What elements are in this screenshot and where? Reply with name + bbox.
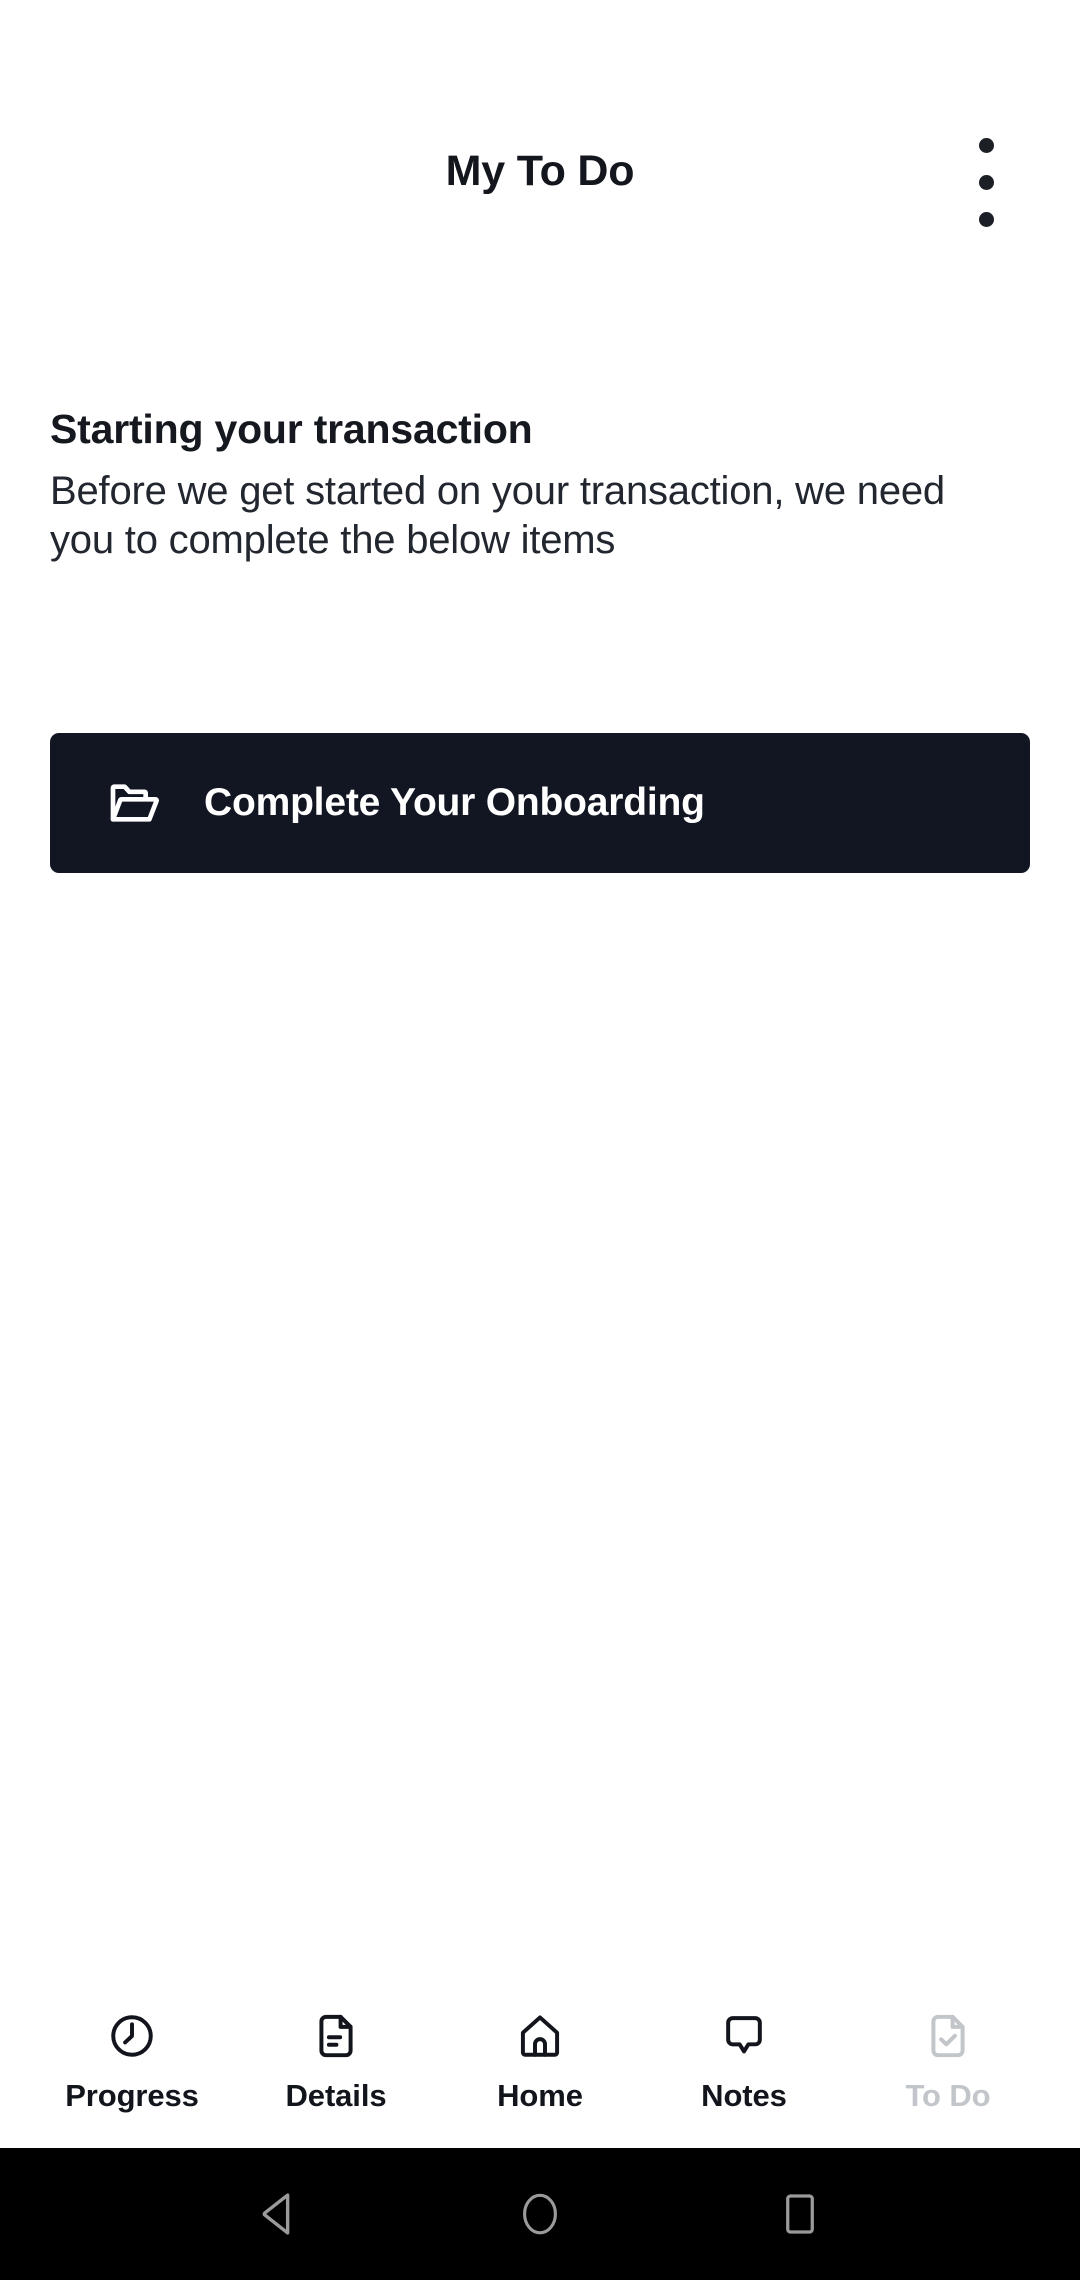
app-header: My To Do: [0, 0, 1080, 300]
tab-to-do[interactable]: To Do: [846, 2010, 1050, 2111]
nav-recents-icon[interactable]: [755, 2169, 845, 2259]
tab-home-label: Home: [497, 2078, 583, 2113]
tab-details-label: Details: [285, 2078, 387, 2113]
app-screen: My To Do Starting your transaction Befor…: [0, 0, 1080, 2280]
bottom-tab-bar: Progress Details Home Notes To Do: [0, 1968, 1080, 2148]
android-system-nav: [0, 2148, 1080, 2280]
complete-onboarding-label: Complete Your Onboarding: [204, 781, 705, 824]
complete-onboarding-button[interactable]: Complete Your Onboarding: [50, 733, 1030, 873]
tab-notes[interactable]: Notes: [642, 2010, 846, 2111]
section-heading: Starting your transaction: [50, 406, 533, 452]
document-lines-icon: [310, 2010, 362, 2062]
page-title: My To Do: [445, 147, 635, 195]
tab-details[interactable]: Details: [234, 2010, 438, 2111]
speech-bubble-icon: [718, 2010, 770, 2062]
tab-progress[interactable]: Progress: [30, 2010, 234, 2111]
tab-progress-label: Progress: [65, 2078, 199, 2113]
nav-home-icon[interactable]: [495, 2169, 585, 2259]
open-folder-icon: [106, 775, 162, 831]
overflow-dot-3: [978, 212, 994, 227]
tab-home[interactable]: Home: [438, 2010, 642, 2111]
clock-icon: [106, 2010, 158, 2062]
overflow-dot-1: [978, 138, 994, 153]
house-icon: [514, 2010, 566, 2062]
tab-notes-label: Notes: [701, 2078, 787, 2113]
section-body-text: Before we get started on your transactio…: [50, 469, 945, 563]
main-content: Starting your transaction Before we get …: [0, 300, 1080, 1968]
document-check-icon: [922, 2010, 974, 2062]
nav-back-icon[interactable]: [235, 2169, 325, 2259]
tab-to-do-label: To Do: [905, 2078, 991, 2113]
intro-section: Starting your transaction Before we get …: [50, 405, 1010, 566]
overflow-dot-2: [978, 175, 994, 190]
overflow-menu-icon[interactable]: [957, 125, 1015, 240]
